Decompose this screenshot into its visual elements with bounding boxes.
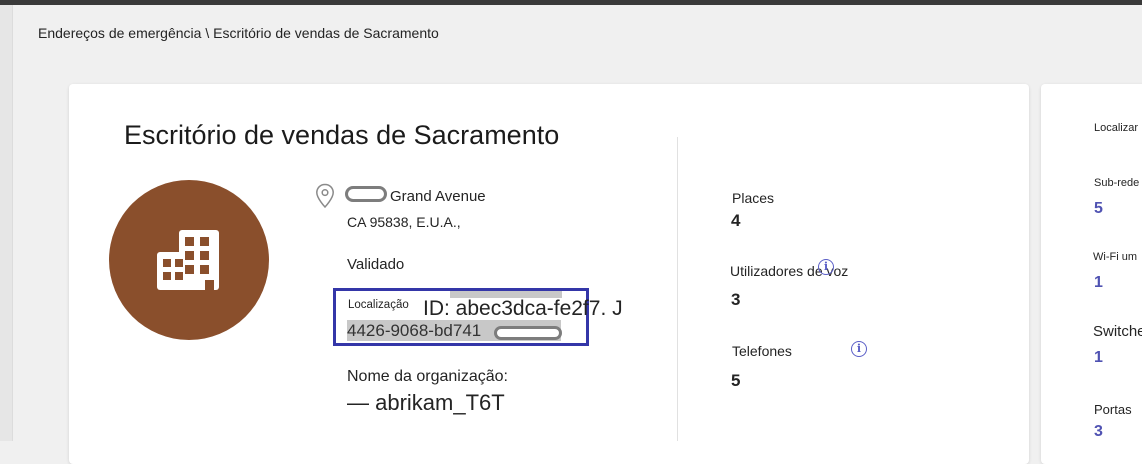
- switches-label: Switche: [1093, 323, 1142, 340]
- wifi-label: Wi-Fi um: [1093, 251, 1137, 263]
- ports-label: Portas: [1094, 402, 1132, 417]
- building-icon: [157, 230, 219, 290]
- phones-label: Telefones: [732, 343, 792, 359]
- places-label: Places: [732, 190, 775, 206]
- info-icon[interactable]: i: [818, 259, 834, 275]
- redacted-mark: [494, 326, 562, 340]
- subnet-label: Sub-rede: [1094, 177, 1140, 189]
- organization-label: Nome da organização:: [347, 368, 508, 385]
- location-id-value-continued: 4426-9068-bd741: [347, 321, 482, 340]
- address-line-1: Grand Avenue: [345, 186, 486, 205]
- places-value: 4: [731, 211, 741, 230]
- address-line-2: CA 95838, E.U.A.,: [347, 214, 461, 230]
- phones-value: 5: [731, 371, 741, 390]
- page-title: Escritório de vendas de Sacramento: [124, 120, 560, 150]
- address-street: Grand Avenue: [390, 188, 486, 205]
- voice-users-value: 3: [731, 290, 741, 309]
- vertical-divider: [677, 137, 678, 441]
- redacted-mark: [345, 186, 387, 202]
- location-id-label: Localização: [348, 299, 409, 311]
- subnet-value[interactable]: 5: [1094, 200, 1103, 218]
- info-icon[interactable]: i: [851, 341, 867, 357]
- location-id-value: ID: abec3dca-fe2f7. J: [423, 297, 623, 320]
- organization-value: — abrikam_T6T: [347, 390, 505, 415]
- location-pin-icon: [316, 183, 334, 209]
- location-avatar: [109, 180, 269, 340]
- ports-value[interactable]: 3: [1094, 423, 1103, 441]
- left-rail: [0, 5, 13, 441]
- breadcrumb[interactable]: Endereços de emergência \ Escritório de …: [38, 25, 439, 41]
- localizar-label: Localizar: [1094, 122, 1139, 134]
- validation-status: Validado: [347, 256, 405, 273]
- switches-value[interactable]: 1: [1094, 349, 1103, 367]
- top-bar: [0, 0, 1142, 5]
- wifi-value[interactable]: 1: [1094, 274, 1103, 292]
